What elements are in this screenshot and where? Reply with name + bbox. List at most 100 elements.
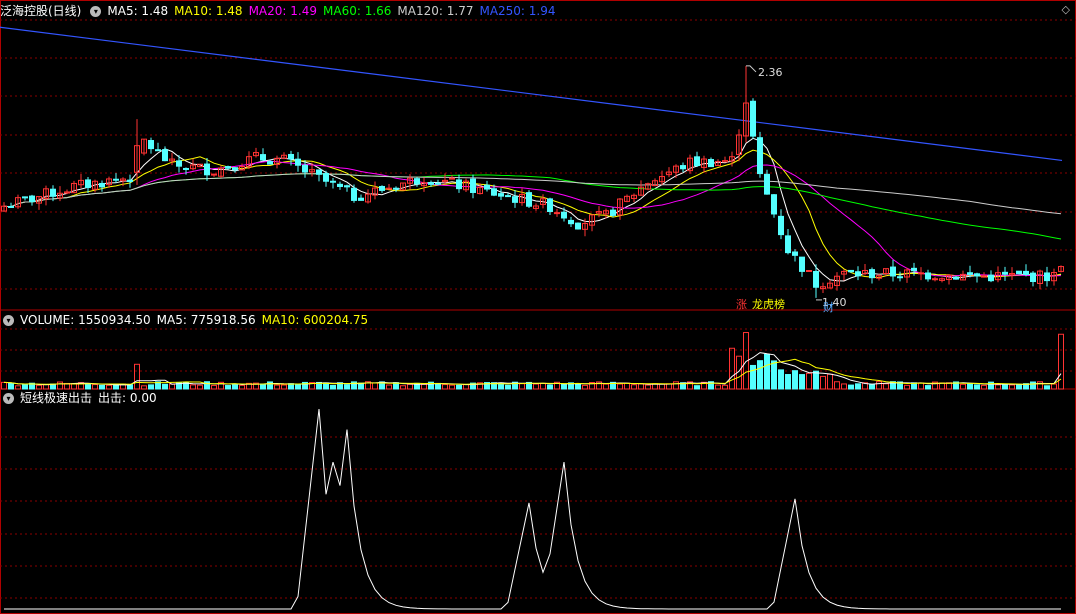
volume-bar — [778, 369, 784, 390]
volume-bar — [547, 384, 553, 390]
volume-bar — [22, 384, 28, 390]
volume-bar — [771, 360, 777, 390]
candle-body — [456, 179, 462, 190]
volume-bar — [848, 384, 854, 390]
volume-bar — [99, 384, 105, 390]
candle-body — [918, 272, 924, 275]
volume-bar — [757, 360, 763, 390]
candle-body — [757, 137, 763, 175]
volume-bar — [281, 384, 287, 390]
volume-bar — [1044, 385, 1050, 390]
candle-body — [183, 167, 189, 170]
candle-body — [1002, 271, 1008, 275]
volume-bar — [582, 384, 588, 390]
candle-body — [288, 153, 294, 160]
candle-body — [1044, 272, 1050, 282]
candle-body — [953, 276, 959, 280]
candle-body — [449, 177, 455, 180]
volume-bar — [1016, 383, 1022, 390]
candle-body — [988, 274, 994, 282]
candle-body — [358, 197, 364, 201]
volume-bar — [925, 385, 931, 390]
volume-bar — [1037, 381, 1043, 390]
event-marker: 涨 — [736, 298, 747, 311]
volume-bar — [575, 383, 581, 390]
high-price-label: 2.36 — [758, 66, 783, 79]
candle-body — [260, 154, 266, 161]
candle-body — [29, 195, 35, 203]
candle-body — [176, 160, 182, 167]
candle-body — [974, 273, 980, 277]
volume-bar — [729, 347, 735, 390]
volume-bar — [463, 384, 469, 390]
volume-bar — [617, 383, 623, 390]
candle-body — [148, 140, 154, 150]
volume-bar — [645, 384, 651, 390]
volume-bar — [190, 384, 196, 390]
candle-body — [512, 196, 518, 203]
ma20-line — [3, 160, 1062, 277]
volume-bar — [260, 383, 266, 390]
candle-body — [764, 173, 770, 195]
volume-bar — [449, 384, 455, 390]
volume-bar — [799, 374, 805, 390]
event-marker: 财 — [823, 300, 834, 314]
volume-bar — [274, 384, 280, 390]
candle-body — [1030, 272, 1036, 283]
candle-body — [204, 163, 210, 176]
volume-bar — [750, 364, 756, 390]
volume-bar — [421, 383, 427, 390]
candle-body — [351, 187, 357, 201]
candle-body — [113, 178, 119, 181]
volume-bar — [533, 383, 539, 390]
volume-bar — [813, 370, 819, 390]
volume-bar — [631, 384, 637, 390]
ma60-line — [3, 173, 1062, 240]
volume-bar — [57, 381, 63, 390]
volume-bar — [8, 382, 14, 390]
candle-body — [897, 276, 903, 279]
candle-body — [155, 149, 161, 152]
candle-body — [813, 270, 819, 288]
candle-body — [911, 267, 917, 272]
candle-body — [925, 272, 931, 280]
volume-bar — [883, 383, 889, 390]
volume-bar — [372, 382, 378, 390]
candle-body — [225, 166, 231, 169]
candle-body — [484, 184, 490, 190]
volume-bar — [400, 385, 406, 390]
candle-body — [1016, 270, 1022, 275]
volume-bar — [435, 382, 441, 390]
volume-bar — [785, 374, 791, 390]
volume-bar — [855, 383, 861, 390]
volume-bar — [141, 385, 147, 390]
chart-border — [0, 0, 1076, 614]
volume-bar — [904, 384, 910, 390]
candle-body — [526, 192, 532, 207]
volume-bar — [1002, 383, 1008, 390]
volume-bar — [876, 381, 882, 390]
candle-body — [491, 188, 497, 196]
volume-bar — [134, 363, 140, 390]
candle-body — [554, 212, 560, 215]
ma10-line — [3, 149, 1062, 279]
candle-body — [211, 173, 217, 176]
candle-body — [330, 180, 336, 183]
candle-body — [267, 161, 273, 165]
volume-bar — [869, 384, 875, 390]
volume-bar — [267, 381, 273, 390]
candle-body — [470, 178, 476, 193]
candle-body — [127, 179, 133, 183]
volume-bar — [806, 372, 812, 390]
candle-body — [575, 222, 581, 230]
volume-bar — [204, 381, 210, 390]
candle-body — [386, 187, 392, 190]
candle-body — [85, 179, 91, 189]
stock-chart[interactable]: 2.361.40涨 龙虎榜财 — [0, 0, 1076, 614]
volume-bar — [764, 353, 770, 390]
candle-body — [771, 194, 777, 215]
volume-bar — [225, 385, 231, 390]
high-pointer — [746, 65, 757, 73]
volume-bar — [974, 384, 980, 390]
candle-body — [568, 219, 574, 225]
